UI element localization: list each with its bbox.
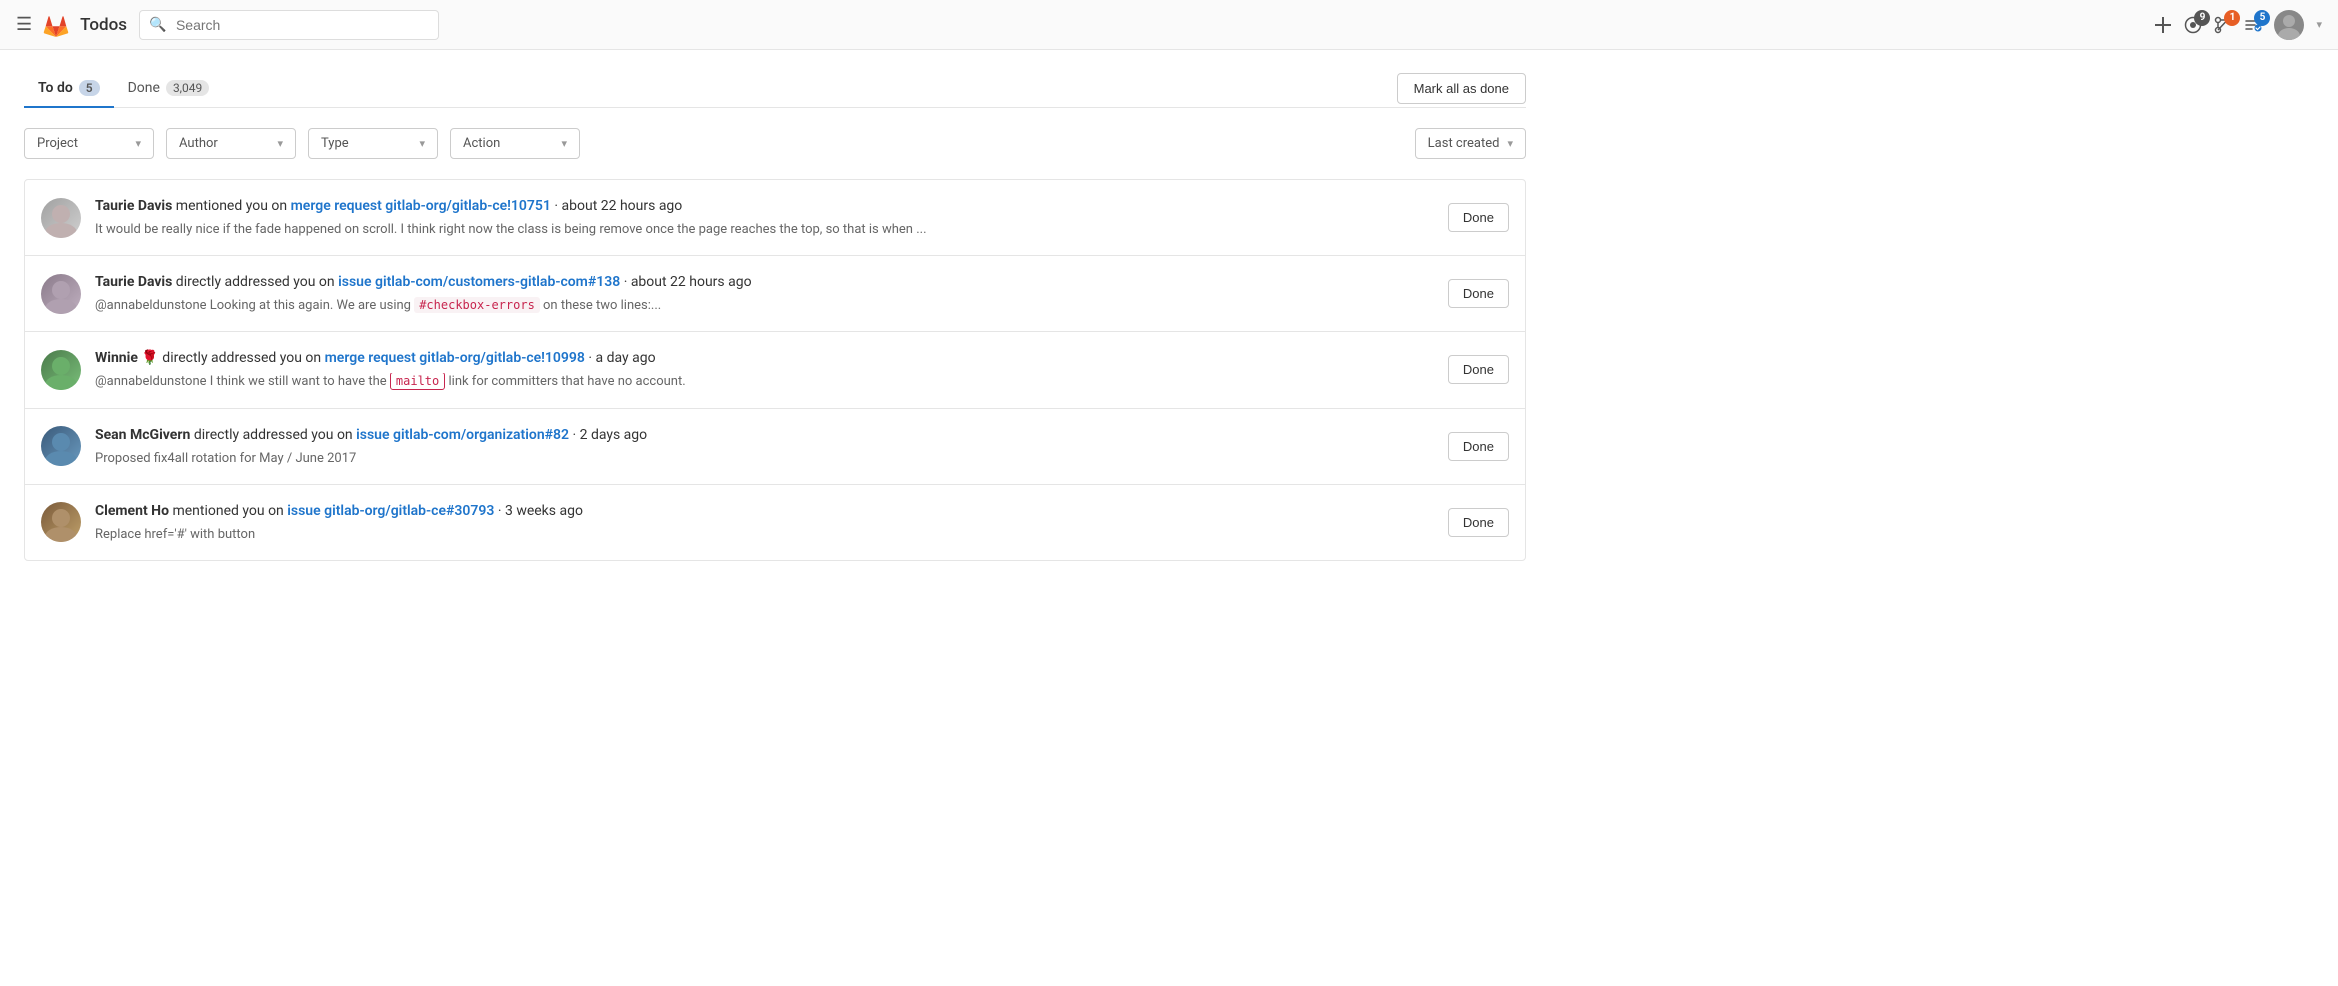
author-filter-label: Author (179, 136, 218, 151)
tab-todo-label: To do (38, 80, 73, 96)
todo-description: @annabeldunstone I think we still want t… (95, 373, 1434, 391)
issues-badge: 9 (2194, 10, 2210, 26)
todo-description: It would be really nice if the fade happ… (95, 221, 1434, 239)
sort-select[interactable]: Last created ▾ (1415, 128, 1526, 159)
action-filter-label: Action (463, 136, 500, 151)
tab-done[interactable]: Done 3,049 (114, 70, 224, 108)
todo-item: Clement Ho mentioned you on issue gitlab… (25, 485, 1525, 560)
done-button[interactable]: Done (1448, 432, 1509, 461)
todo-actor: Clement Ho (95, 503, 169, 519)
todo-time: · 3 weeks ago (494, 503, 583, 519)
tabs-bar: To do 5 Done 3,049 Mark all as done (24, 70, 1526, 108)
author-filter[interactable]: Author ▾ (166, 128, 296, 159)
todo-title: Taurie Davis directly addressed you on i… (95, 272, 1434, 293)
done-button[interactable]: Done (1448, 508, 1509, 537)
author-filter-chevron: ▾ (277, 137, 283, 150)
type-filter-chevron: ▾ (419, 137, 425, 150)
navbar-left: ☰ Todos (16, 11, 127, 39)
action-filter-chevron: ▾ (561, 137, 567, 150)
avatar (41, 198, 81, 238)
todo-link[interactable]: issue gitlab-com/customers-gitlab-com#13… (338, 274, 620, 290)
search-icon: 🔍 (149, 17, 166, 33)
todo-time: · 2 days ago (569, 427, 647, 443)
todo-title: Winnie 🌹 directly addressed you on merge… (95, 348, 1434, 369)
todo-link[interactable]: merge request gitlab-org/gitlab-ce!10998 (325, 350, 585, 366)
todo-item: Sean McGivern directly addressed you on … (25, 409, 1525, 485)
project-filter-chevron: ▾ (135, 137, 141, 150)
todo-item: Winnie 🌹 directly addressed you on merge… (25, 332, 1525, 408)
todo-action-text: directly addressed you on (190, 427, 356, 443)
done-button[interactable]: Done (1448, 355, 1509, 384)
todo-action-text: directly addressed you on (159, 350, 325, 366)
project-filter[interactable]: Project ▾ (24, 128, 154, 159)
todo-body: Winnie 🌹 directly addressed you on merge… (95, 348, 1434, 391)
todo-action-text: directly addressed you on (172, 274, 338, 290)
todo-title: Taurie Davis mentioned you on merge requ… (95, 196, 1434, 217)
project-filter-label: Project (37, 136, 78, 151)
avatar (41, 274, 81, 314)
todo-link[interactable]: issue gitlab-com/organization#82 (356, 427, 569, 443)
todo-actor: Winnie 🌹 (95, 350, 159, 366)
mark-all-done-button[interactable]: Mark all as done (1397, 73, 1526, 104)
todo-description: Proposed fix4all rotation for May / June… (95, 450, 1434, 468)
todo-link[interactable]: issue gitlab-org/gitlab-ce#30793 (287, 503, 494, 519)
todo-body: Clement Ho mentioned you on issue gitlab… (95, 501, 1434, 544)
todo-actor: Sean McGivern (95, 427, 190, 443)
done-button[interactable]: Done (1448, 203, 1509, 232)
type-filter[interactable]: Type ▾ (308, 128, 438, 159)
todo-time: · about 22 hours ago (551, 198, 682, 214)
todo-action-text: mentioned you on (169, 503, 287, 519)
issues-button[interactable]: 9 (2184, 16, 2202, 34)
user-menu-chevron[interactable]: ▾ (2316, 18, 2322, 31)
code-tag: #checkbox-errors (414, 297, 540, 313)
sort-label: Last created (1428, 136, 1500, 151)
todo-body: Taurie Davis directly addressed you on i… (95, 272, 1434, 315)
merges-badge: 1 (2224, 10, 2240, 26)
sort-chevron: ▾ (1507, 137, 1513, 150)
todo-time: · a day ago (585, 350, 656, 366)
avatar (41, 350, 81, 390)
todo-item: Taurie Davis directly addressed you on i… (25, 256, 1525, 332)
todo-time: · about 22 hours ago (620, 274, 751, 290)
todo-description: @annabeldunstone Looking at this again. … (95, 297, 1434, 315)
action-filter[interactable]: Action ▾ (450, 128, 580, 159)
user-avatar-nav[interactable] (2274, 10, 2304, 40)
avatar (41, 426, 81, 466)
tab-done-label: Done (128, 80, 160, 96)
filters-row: Project ▾ Author ▾ Type ▾ Action ▾ Last … (24, 128, 1526, 159)
page-content: To do 5 Done 3,049 Mark all as done Proj… (0, 50, 1550, 581)
todo-link[interactable]: merge request gitlab-org/gitlab-ce!10751 (291, 198, 551, 214)
search-input[interactable] (139, 10, 439, 40)
todo-body: Taurie Davis mentioned you on merge requ… (95, 196, 1434, 239)
todo-actor: Taurie Davis (95, 198, 172, 214)
create-new-button[interactable] (2154, 16, 2172, 34)
todo-description: Replace href='#' with button (95, 526, 1434, 544)
search-wrapper: 🔍 (139, 10, 439, 40)
todos-button[interactable]: 5 (2244, 16, 2262, 34)
navbar-title: Todos (80, 15, 127, 35)
top-navbar: ☰ Todos 🔍 9 1 5 (0, 0, 2338, 50)
todo-action-text: mentioned you on (172, 198, 290, 214)
mailto-tag: mailto (390, 373, 445, 390)
tab-todo-count: 5 (79, 80, 100, 96)
todo-title: Sean McGivern directly addressed you on … (95, 425, 1434, 446)
todo-actor: Taurie Davis (95, 274, 172, 290)
done-button[interactable]: Done (1448, 279, 1509, 308)
gitlab-logo (42, 11, 70, 39)
todo-title: Clement Ho mentioned you on issue gitlab… (95, 501, 1434, 522)
todos-badge: 5 (2254, 10, 2270, 26)
tab-done-count: 3,049 (166, 80, 209, 96)
todo-list: Taurie Davis mentioned you on merge requ… (24, 179, 1526, 561)
merges-button[interactable]: 1 (2214, 16, 2232, 34)
hamburger-icon[interactable]: ☰ (16, 14, 32, 35)
navbar-right: 9 1 5 ▾ (2154, 10, 2322, 40)
type-filter-label: Type (321, 136, 349, 151)
avatar (41, 502, 81, 542)
tab-todo[interactable]: To do 5 (24, 70, 114, 108)
todo-body: Sean McGivern directly addressed you on … (95, 425, 1434, 468)
todo-item: Taurie Davis mentioned you on merge requ… (25, 180, 1525, 256)
